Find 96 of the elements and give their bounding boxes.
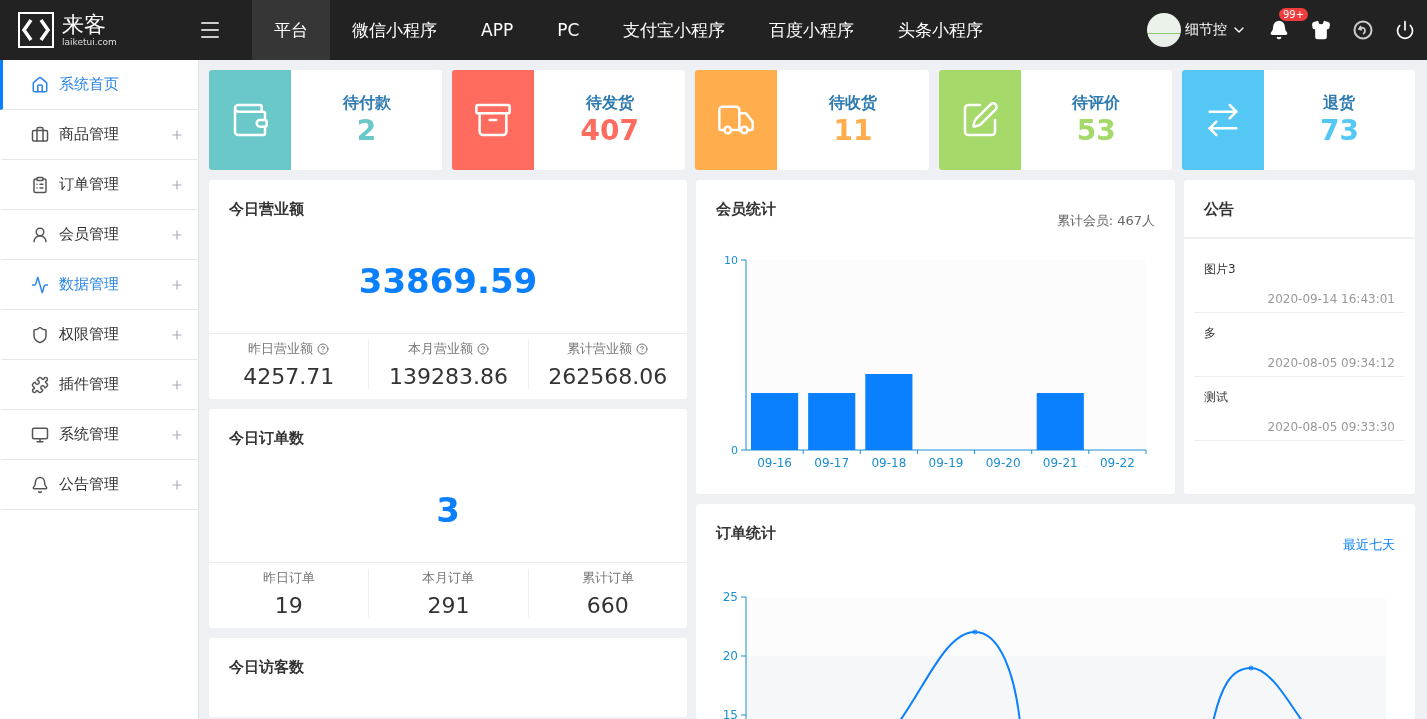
notice-time: 2020-08-05 09:34:12 — [1266, 356, 1395, 370]
card-title: 今日订单数 — [228, 428, 305, 448]
axis-label: 25 — [722, 590, 738, 604]
logo-name: 来客 — [62, 13, 107, 37]
notice-time: 2020-09-14 16:43:01 — [1266, 292, 1395, 306]
plus-icon — [170, 377, 184, 392]
logo-icon — [18, 12, 54, 48]
axis-label: 09-17 — [814, 456, 850, 470]
plus-icon — [170, 327, 184, 342]
summary-label: 本月订单 — [422, 569, 475, 587]
notification-badge: 99+ — [1279, 8, 1309, 21]
axis-label: 09-19 — [928, 456, 964, 470]
member-total: 累计会员: 467人 — [1056, 212, 1155, 230]
help-icon — [477, 343, 489, 355]
stat-value: 11 — [833, 114, 873, 147]
stat-card[interactable]: 待发货 407 — [452, 70, 686, 170]
plus-icon — [170, 277, 184, 292]
nav-tab[interactable]: 微信小程序 — [330, 0, 459, 60]
summary-label: 昨日营业额 — [248, 340, 314, 358]
nav-tab[interactable]: 支付宝小程序 — [601, 0, 748, 60]
axis-label: 09-20 — [985, 456, 1021, 470]
notice-title[interactable]: 测试 — [1204, 389, 1395, 406]
nav-tab[interactable]: 百度小程序 — [747, 0, 877, 60]
card-title: 今日营业额 — [228, 199, 305, 219]
summary-number: 262568.06 — [548, 364, 668, 389]
axis-label: 0 — [731, 444, 738, 457]
stat-card[interactable]: 待评价 53 — [938, 70, 1172, 170]
stat-value: 407 — [580, 114, 639, 147]
card-title: 会员统计 — [715, 199, 777, 219]
summary-number: 291 — [427, 593, 470, 618]
user-menu[interactable]: 细节控 — [1147, 13, 1247, 47]
nav-tab[interactable]: 头条小程序 — [876, 0, 1006, 60]
summary-label: 本月营业额 — [408, 340, 473, 358]
axis-label: 09-18 — [871, 456, 907, 470]
card-title: 订单统计 — [714, 523, 777, 543]
stat-label: 待付款 — [342, 93, 391, 114]
axis-label: 10 — [724, 254, 738, 267]
shirt-icon[interactable] — [1311, 20, 1331, 40]
summary-label: 累计营业额 — [567, 340, 633, 358]
clipboard-icon — [31, 175, 49, 194]
summary-label: 昨日订单 — [262, 569, 315, 587]
notification-button[interactable] — [1269, 20, 1289, 40]
nav-tab[interactable]: 平台 — [252, 0, 330, 60]
axis-label: 09-22 — [1100, 456, 1135, 470]
plus-icon — [170, 177, 184, 192]
plus-icon — [170, 227, 184, 242]
nav-tab[interactable]: APP — [459, 0, 536, 60]
stat-label: 退货 — [1323, 93, 1356, 114]
summary-label: 累计订单 — [581, 569, 634, 587]
stat-label: 待发货 — [585, 93, 634, 114]
bar — [1036, 393, 1084, 450]
logo-domain: laiketui.com — [62, 37, 117, 47]
axis-label: 09-21 — [1042, 456, 1078, 470]
stat-card[interactable]: 待付款 2 — [209, 70, 443, 170]
briefcase-icon — [31, 125, 49, 144]
summary-value: 3 — [435, 489, 461, 532]
home-icon — [31, 75, 49, 94]
help-icon — [317, 343, 330, 355]
power-icon[interactable] — [1395, 20, 1415, 40]
notice-time: 2020-08-05 09:33:30 — [1266, 420, 1395, 434]
chart-line-icon — [31, 275, 49, 294]
undo-icon[interactable] — [1353, 20, 1373, 40]
plus-icon — [170, 427, 184, 442]
shield-icon — [31, 325, 49, 344]
avatar — [1147, 13, 1181, 47]
stat-value: 2 — [356, 114, 377, 147]
plus-icon — [170, 127, 184, 142]
help-icon — [636, 343, 649, 355]
summary-number: 660 — [586, 593, 629, 618]
nav-tab[interactable]: PC — [535, 0, 602, 60]
stat-label: 待评价 — [1072, 93, 1121, 114]
notice-title[interactable]: 多 — [1204, 325, 1395, 342]
recent-days-link[interactable]: 最近七天 — [1343, 536, 1395, 554]
summary-number: 4257.71 — [243, 364, 335, 389]
card-title: 今日访客数 — [228, 657, 305, 677]
summary-value: 33869.59 — [357, 260, 539, 303]
summary-number: 19 — [274, 593, 303, 618]
axis-label: 20 — [722, 649, 738, 663]
stat-value: 53 — [1076, 114, 1116, 147]
notice-title[interactable]: 图片3 — [1204, 261, 1395, 278]
user-icon — [31, 225, 49, 244]
axis-label: 15 — [722, 708, 738, 719]
stat-card[interactable]: 退货 73 — [1181, 70, 1415, 170]
puzzle-icon — [31, 375, 49, 394]
axis-label: 09-16 — [757, 456, 792, 470]
stat-value: 73 — [1319, 114, 1359, 147]
bar — [808, 393, 856, 450]
sidebar-item[interactable]: 系统首页 — [0, 60, 198, 110]
bell-icon — [31, 475, 49, 494]
summary-number: 139283.86 — [389, 364, 508, 389]
stat-label: 待收货 — [829, 93, 877, 114]
card-title: 公告 — [1184, 180, 1415, 239]
stat-card[interactable]: 待收货 11 — [695, 70, 929, 170]
bar — [751, 393, 799, 450]
monitor-icon — [31, 425, 49, 444]
plus-icon — [170, 477, 184, 492]
